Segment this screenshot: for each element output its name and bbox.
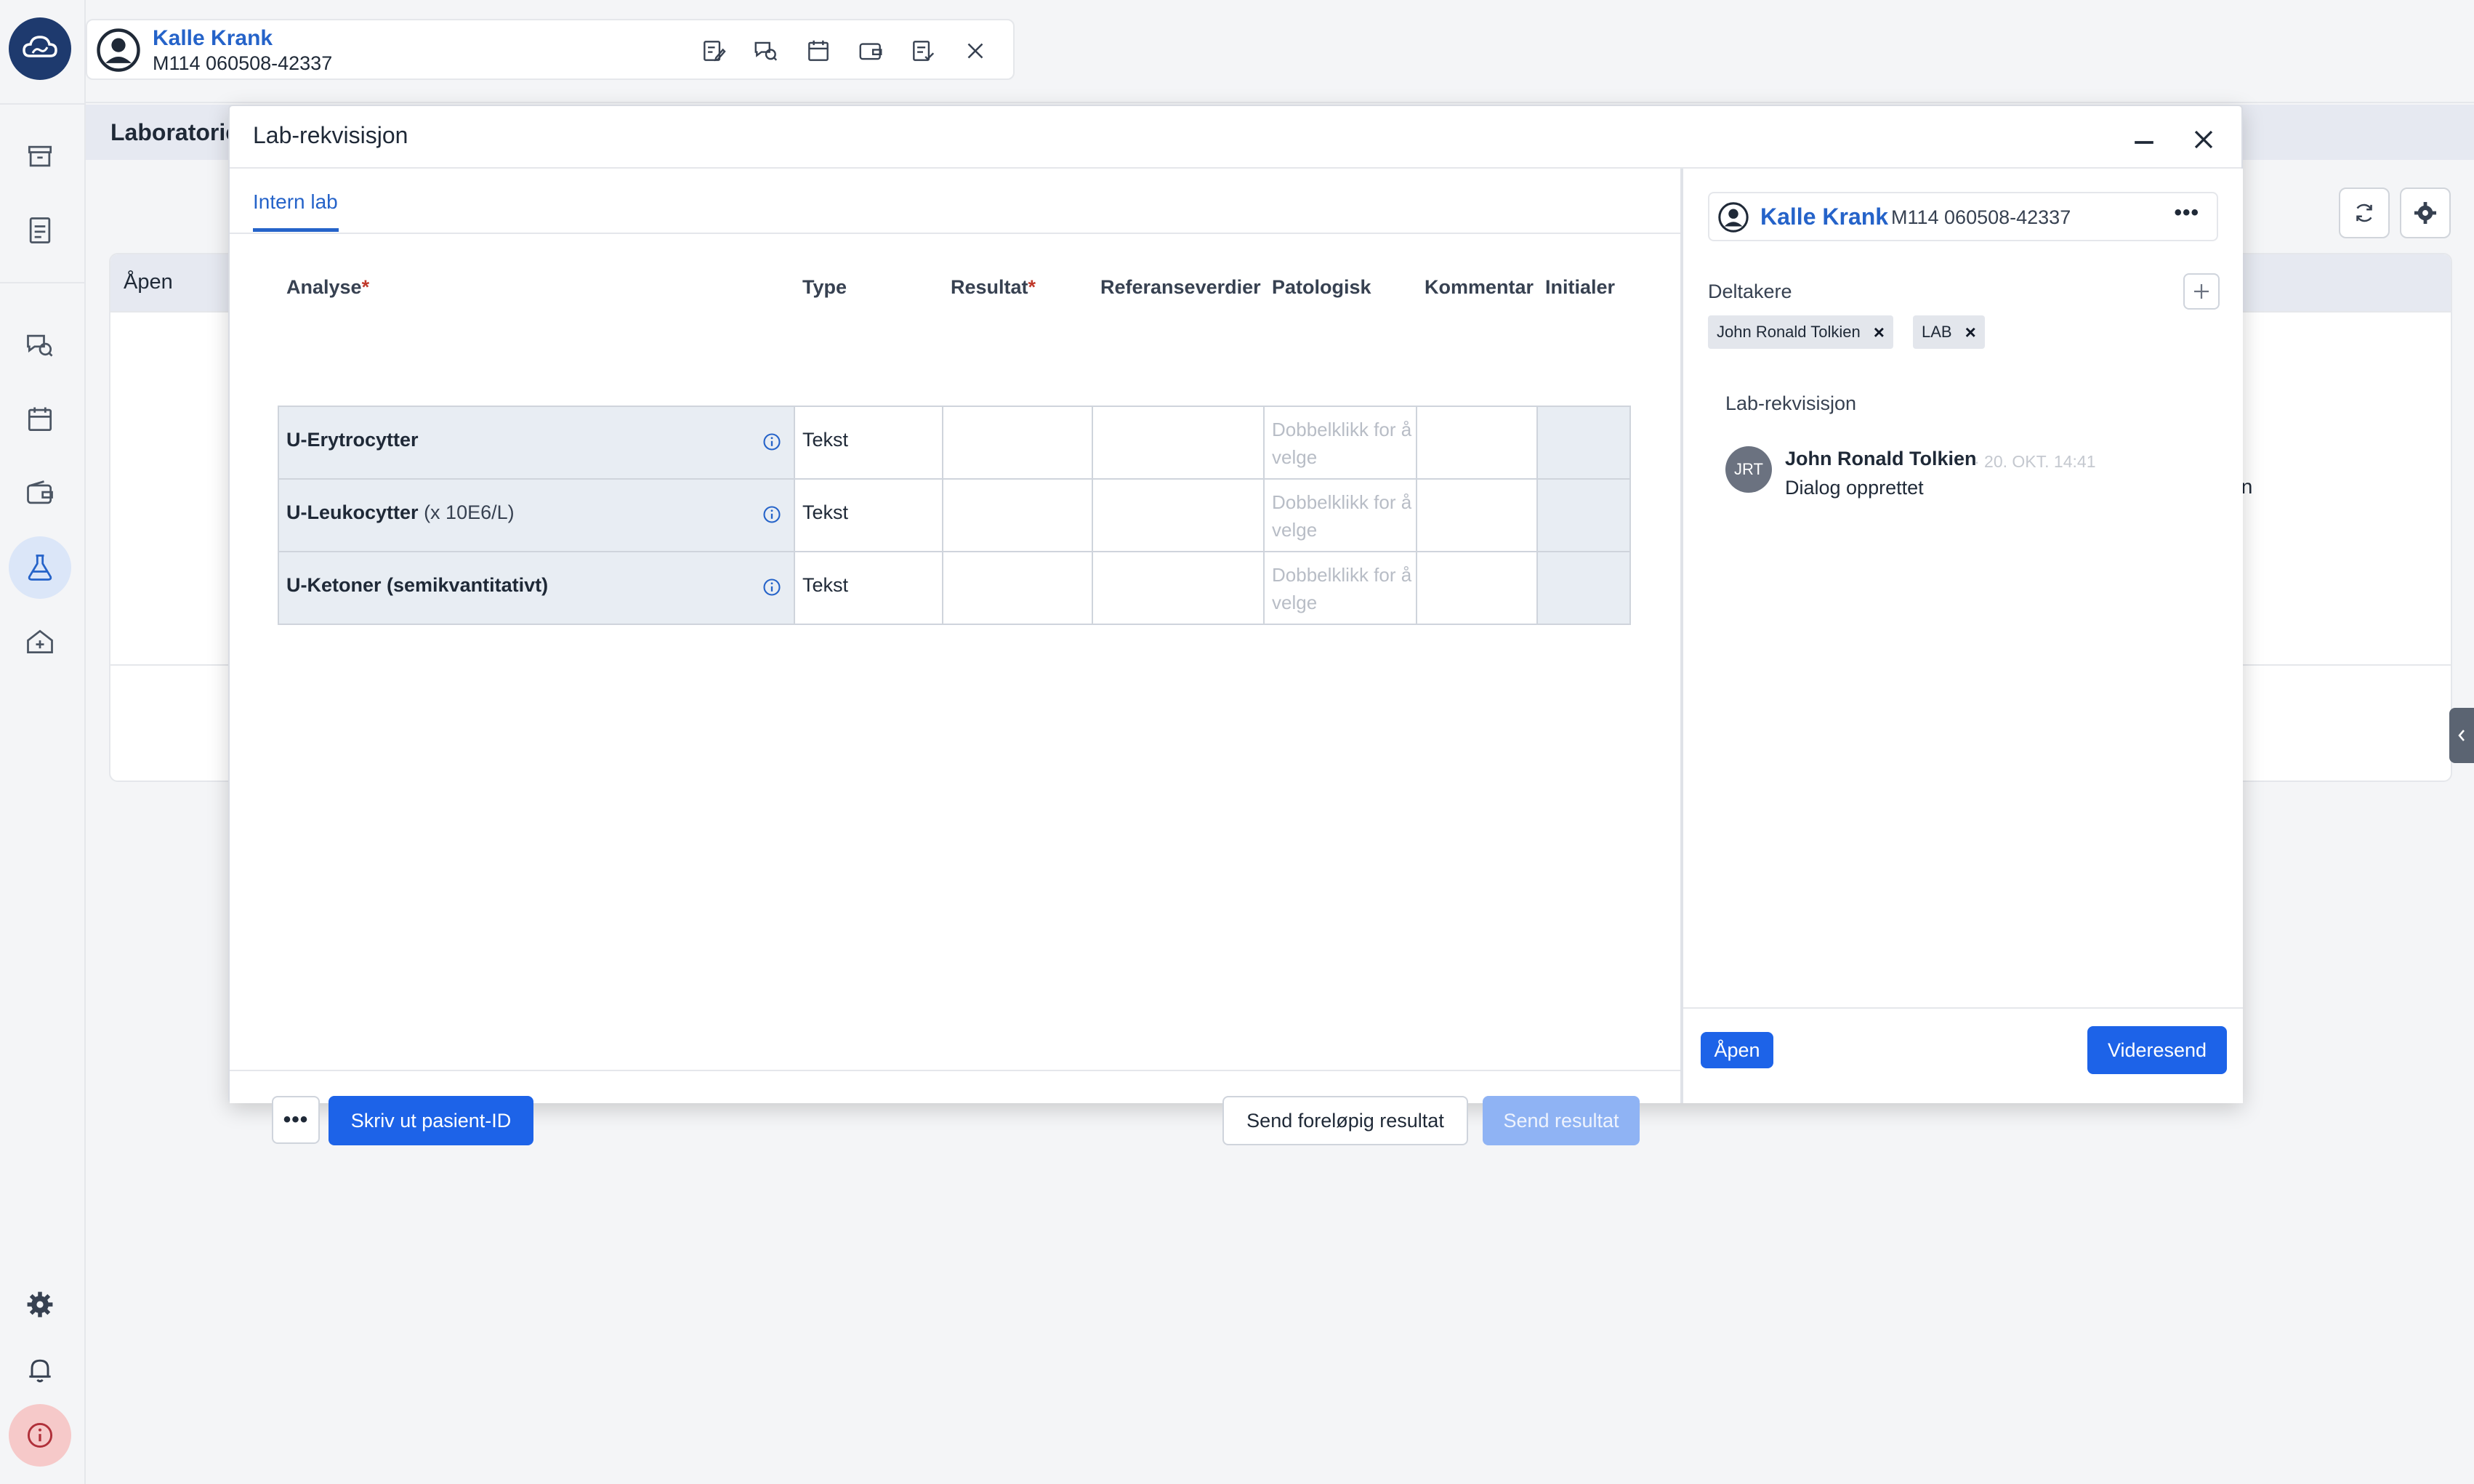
close-icon[interactable]	[959, 35, 991, 67]
settings-gear-icon[interactable]	[9, 1273, 71, 1336]
app-logo[interactable]	[9, 17, 71, 80]
settings-gear-icon[interactable]	[2400, 187, 2451, 238]
dialog-patient-name[interactable]: Kalle Krank	[1760, 203, 1888, 230]
collapse-panel-handle[interactable]	[2449, 708, 2474, 763]
info-icon[interactable]	[762, 577, 782, 597]
pathological-select-cell[interactable]: Dobbelklikk for å velge	[1263, 406, 1417, 480]
archive-icon[interactable]	[9, 125, 71, 187]
status-open-button[interactable]: Åpen	[1701, 1032, 1773, 1068]
avatar: JRT	[1725, 446, 1772, 493]
tab-intern-lab[interactable]: Intern lab	[253, 190, 338, 214]
user-avatar-icon	[1718, 202, 1749, 233]
info-icon[interactable]	[9, 1404, 71, 1467]
type-cell: Tekst	[794, 551, 943, 625]
user-avatar-icon	[97, 28, 140, 72]
dialog-pane: Kalle Krank M114 060508-42337 ••• Deltak…	[1683, 169, 2243, 1103]
pathological-select-cell[interactable]: Dobbelklikk for å velge	[1263, 551, 1417, 625]
table-row-analysis-name: U-Ketoner (semikvantitativt)	[278, 551, 795, 625]
message-author: John Ronald Tolkien	[1785, 448, 1977, 469]
lab-requisition-modal: Lab-rekvisisjon Intern lab Analyse* Type…	[228, 105, 2243, 1145]
dialog-patient-id: M114 060508-42337	[1891, 206, 2071, 228]
initials-cell	[1536, 551, 1631, 625]
modal-title: Lab-rekvisisjon	[253, 122, 408, 148]
page-title: Laboratorie	[110, 119, 239, 145]
message-text: Dialog opprettet	[1785, 477, 1924, 499]
bell-icon[interactable]	[9, 1339, 71, 1401]
chevron-left-icon	[2458, 730, 2465, 741]
column-header-resultat: Resultat*	[951, 276, 1036, 298]
comment-cell[interactable]	[1416, 406, 1538, 480]
dialog-patient-card[interactable]: Kalle Krank M114 060508-42337 •••	[1708, 192, 2218, 241]
remove-participant-button[interactable]: ×	[1874, 321, 1885, 344]
cloud-logo-icon	[23, 36, 57, 57]
reference-cell[interactable]	[1092, 551, 1265, 625]
home-care-icon[interactable]	[9, 610, 71, 673]
dialog-section-title: Lab-rekvisisjon	[1725, 392, 1857, 414]
send-result-button[interactable]: Send resultat	[1483, 1096, 1640, 1145]
wallet-icon[interactable]	[9, 462, 71, 525]
result-input-cell[interactable]	[942, 551, 1093, 625]
chat-icon[interactable]	[9, 314, 71, 376]
comment-cell[interactable]	[1416, 478, 1538, 552]
calendar-icon[interactable]	[802, 35, 834, 67]
refresh-icon[interactable]	[2339, 187, 2390, 238]
result-input-cell[interactable]	[942, 406, 1093, 480]
column-header-analyse: Analyse*	[286, 276, 370, 298]
column-header-type: Type	[802, 276, 847, 298]
info-icon[interactable]	[762, 432, 782, 452]
type-cell: Tekst	[794, 406, 943, 480]
comment-cell[interactable]	[1416, 551, 1538, 625]
table-row-analysis-name: U-Leukocytter (x 10E6/L)	[278, 478, 795, 552]
column-header-referanse: Referanseverdier	[1100, 276, 1261, 298]
forward-button[interactable]: Videresend	[2087, 1026, 2227, 1074]
type-cell: Tekst	[794, 478, 943, 552]
participants-label: Deltakere	[1708, 281, 1792, 302]
more-options-button[interactable]: •••	[272, 1096, 320, 1144]
calendar-icon[interactable]	[9, 388, 71, 451]
patient-name[interactable]: Kalle Krank	[153, 26, 273, 51]
remove-participant-button[interactable]: ×	[1965, 321, 1976, 344]
reference-cell[interactable]	[1092, 406, 1265, 480]
initials-cell	[1536, 478, 1631, 552]
minimize-icon[interactable]	[2128, 126, 2160, 158]
document-icon[interactable]	[9, 199, 71, 262]
send-preliminary-result-button[interactable]: Send foreløpig resultat	[1222, 1096, 1468, 1145]
left-rail	[0, 0, 86, 1484]
participant-chip: John Ronald Tolkien ×	[1708, 315, 1893, 349]
checklist-icon[interactable]	[907, 35, 939, 67]
pathological-select-cell[interactable]: Dobbelklikk for å velge	[1263, 478, 1417, 552]
column-header-initialer: Initialer	[1545, 276, 1616, 298]
initials-cell	[1536, 406, 1631, 480]
result-input-cell[interactable]	[942, 478, 1093, 552]
chat-search-icon[interactable]	[750, 35, 782, 67]
plus-icon	[2194, 284, 2209, 299]
patient-id: M114 060508-42337	[153, 52, 333, 74]
background-column-header: Åpen	[124, 270, 173, 294]
column-header-kommentar: Kommentar	[1425, 276, 1534, 298]
add-participant-button[interactable]	[2183, 273, 2220, 310]
wallet-icon[interactable]	[855, 35, 887, 67]
table-row-analysis-name: U-Erytrocytter	[278, 406, 795, 480]
print-patient-id-button[interactable]: Skriv ut pasient-ID	[329, 1096, 533, 1145]
lab-flask-icon[interactable]	[9, 536, 71, 599]
close-icon[interactable]	[2188, 124, 2220, 156]
column-header-patologisk: Patologisk	[1272, 276, 1371, 298]
participant-chip: LAB ×	[1913, 315, 1985, 349]
info-icon[interactable]	[762, 504, 782, 525]
message-timestamp: · 20. OKT. 14:41	[1974, 452, 2096, 471]
reference-cell[interactable]	[1092, 478, 1265, 552]
note-edit-icon[interactable]	[698, 35, 730, 67]
patient-header-card[interactable]: Kalle Krank M114 060508-42337	[86, 19, 1015, 80]
dialog-more-button[interactable]: •••	[2174, 201, 2199, 225]
lab-form-pane: Intern lab Analyse* Type Resultat* Refer…	[230, 169, 1682, 1145]
